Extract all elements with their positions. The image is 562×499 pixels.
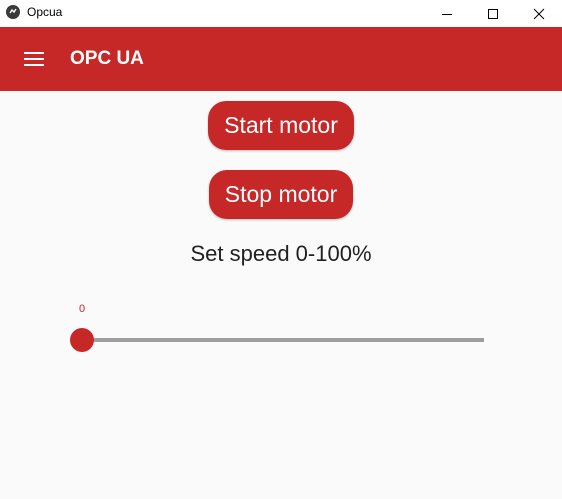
- app-bar: OPC UA: [0, 27, 562, 91]
- close-button[interactable]: [516, 0, 562, 27]
- window-titlebar: Opcua: [0, 0, 562, 27]
- start-motor-button[interactable]: Start motor: [208, 101, 354, 150]
- window-title: Opcua: [27, 5, 63, 19]
- hamburger-menu-icon[interactable]: [24, 52, 44, 66]
- stop-motor-button[interactable]: Stop motor: [209, 170, 353, 219]
- slider-track[interactable]: [82, 338, 484, 342]
- app-window: Opcua OPC UA Start motor Stop motor Set …: [0, 0, 562, 499]
- minimize-icon: [442, 13, 452, 15]
- app-bar-title: OPC UA: [70, 48, 144, 69]
- speed-slider[interactable]: 0: [70, 300, 490, 360]
- slider-value-label: 0: [78, 303, 86, 315]
- slider-thumb[interactable]: [70, 328, 94, 352]
- close-icon: [533, 8, 545, 19]
- app-logo-icon: [6, 5, 20, 19]
- minimize-button[interactable]: [424, 0, 470, 27]
- maximize-icon: [488, 8, 498, 19]
- speed-label: Set speed 0-100%: [190, 241, 372, 266]
- maximize-button[interactable]: [470, 0, 516, 27]
